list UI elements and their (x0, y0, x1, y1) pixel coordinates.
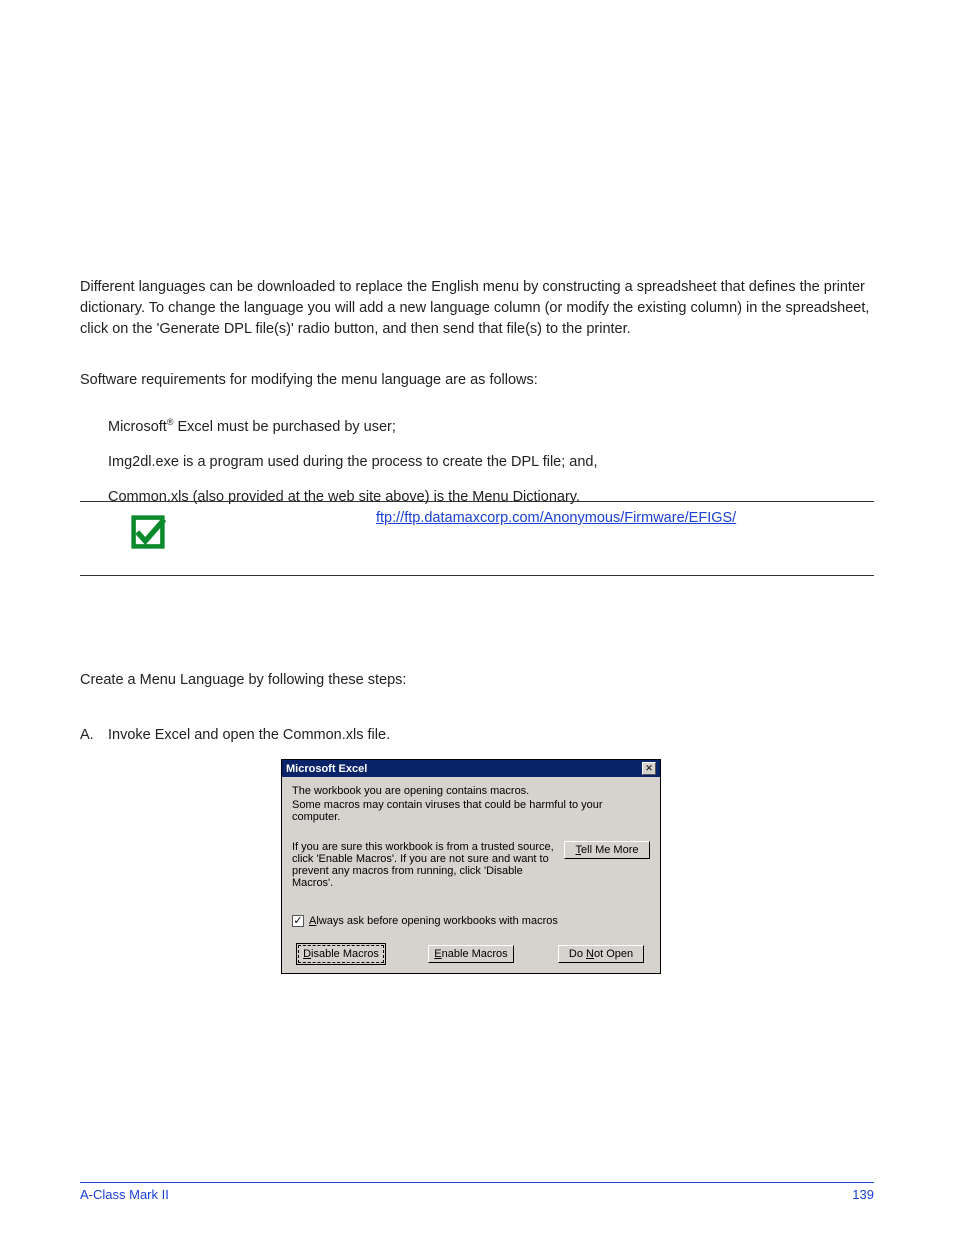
checkbox-icon[interactable]: ✓ (292, 915, 304, 927)
dialog-msg2: Some macros may contain viruses that cou… (292, 799, 650, 823)
dialog-title-text: Microsoft Excel (286, 763, 367, 775)
step-text: Invoke Excel and open the Common.xls fil… (108, 727, 390, 743)
do-not-open-button[interactable]: Do Not Open (558, 945, 644, 963)
step-a: A.Invoke Excel and open the Common.xls f… (80, 725, 874, 746)
ftp-link[interactable]: ftp://ftp.datamaxcorp.com/Anonymous/Firm… (376, 510, 736, 526)
tell-me-more-button[interactable]: TTell Me More (564, 841, 650, 859)
footer-page-number: 139 (852, 1187, 874, 1202)
tell-me-more-label: Tell Me More (576, 844, 639, 856)
step-letter: A. (80, 725, 108, 746)
macro-warning-dialog: Microsoft Excel ✕ The workbook you are o… (281, 759, 661, 974)
checkmark-icon (130, 514, 166, 550)
intro-paragraph: Different languages can be downloaded to… (80, 277, 874, 340)
close-icon[interactable]: ✕ (642, 762, 656, 775)
requirements-intro: Software requirements for modifying the … (80, 370, 874, 391)
req-excel-pre: Microsoft (108, 419, 167, 435)
dialog-titlebar: Microsoft Excel ✕ (282, 760, 660, 777)
req-excel: Microsoft® Excel must be purchased by us… (108, 416, 874, 438)
req-excel-post: Excel must be purchased by user; (173, 419, 395, 435)
always-ask-label: Always ask before opening workbooks with… (309, 915, 558, 927)
dialog-trusted-text: If you are sure this workbook is from a … (292, 841, 554, 889)
footer-left: A-Class Mark II (80, 1187, 169, 1202)
requirements-list: Microsoft® Excel must be purchased by us… (108, 402, 874, 508)
dialog-msg1: The workbook you are opening contains ma… (292, 785, 650, 797)
enable-macros-button[interactable]: Enable Macros (428, 945, 514, 963)
disable-macros-button[interactable]: Disable Macros (298, 945, 384, 963)
req-img2dl: Img2dl.exe is a program used during the … (108, 452, 874, 473)
page-footer: A-Class Mark II 139 (80, 1182, 874, 1202)
create-intro: Create a Menu Language by following thes… (80, 670, 874, 691)
callout-box: ftp://ftp.datamaxcorp.com/Anonymous/Firm… (80, 501, 874, 576)
always-ask-row[interactable]: ✓ Always ask before opening workbooks wi… (292, 915, 650, 927)
